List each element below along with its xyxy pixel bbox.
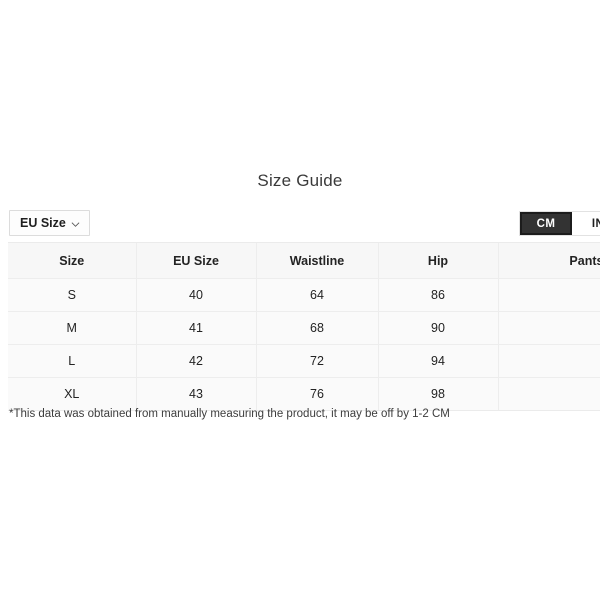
unit-toggle-in[interactable]: IN: [572, 212, 600, 235]
cell-size: L: [8, 344, 137, 378]
cell-waistline: 72: [256, 344, 379, 378]
cell-pants-length: 42: [498, 344, 600, 378]
cell-pants-length: 40: [498, 278, 600, 312]
page-title: Size Guide: [257, 171, 343, 190]
size-table-container: Size EU Size Waistline Hip Pants Length …: [8, 242, 600, 411]
column-header-eu-size: EU Size: [136, 243, 257, 279]
table-header-row: Size EU Size Waistline Hip Pants Length: [8, 243, 600, 279]
column-header-hip: Hip: [378, 243, 499, 279]
column-header-size: Size: [8, 243, 137, 279]
size-system-dropdown-label: EU Size: [20, 216, 66, 230]
cell-eu-size: 40: [136, 278, 257, 312]
table-row: L 42 72 94 42: [8, 344, 600, 378]
size-guide-page: Size Guide EU Size CM IN: [0, 0, 600, 600]
cell-hip: 90: [378, 311, 499, 345]
size-system-dropdown[interactable]: EU Size: [9, 210, 90, 236]
controls-row: EU Size CM IN: [0, 210, 600, 238]
cell-eu-size: 42: [136, 344, 257, 378]
table-row: M 41 68 90 41: [8, 311, 600, 345]
cell-eu-size: 41: [136, 311, 257, 345]
column-header-pants-length: Pants Length: [498, 243, 600, 279]
table-row: S 40 64 86 40: [8, 278, 600, 312]
cell-pants-length: 41: [498, 311, 600, 345]
cell-size: M: [8, 311, 137, 345]
cell-size: S: [8, 278, 137, 312]
measurement-disclaimer: *This data was obtained from manually me…: [9, 408, 450, 420]
cell-hip: 86: [378, 278, 499, 312]
cell-pants-length: 43: [498, 377, 600, 410]
size-table: Size EU Size Waistline Hip Pants Length …: [8, 243, 600, 410]
cell-hip: 94: [378, 344, 499, 378]
column-header-waistline: Waistline: [256, 243, 379, 279]
cell-waistline: 64: [256, 278, 379, 312]
unit-toggle-group: CM IN: [519, 211, 600, 236]
unit-toggle-cm[interactable]: CM: [520, 212, 572, 235]
cell-waistline: 68: [256, 311, 379, 345]
chevron-down-icon: [71, 220, 80, 229]
